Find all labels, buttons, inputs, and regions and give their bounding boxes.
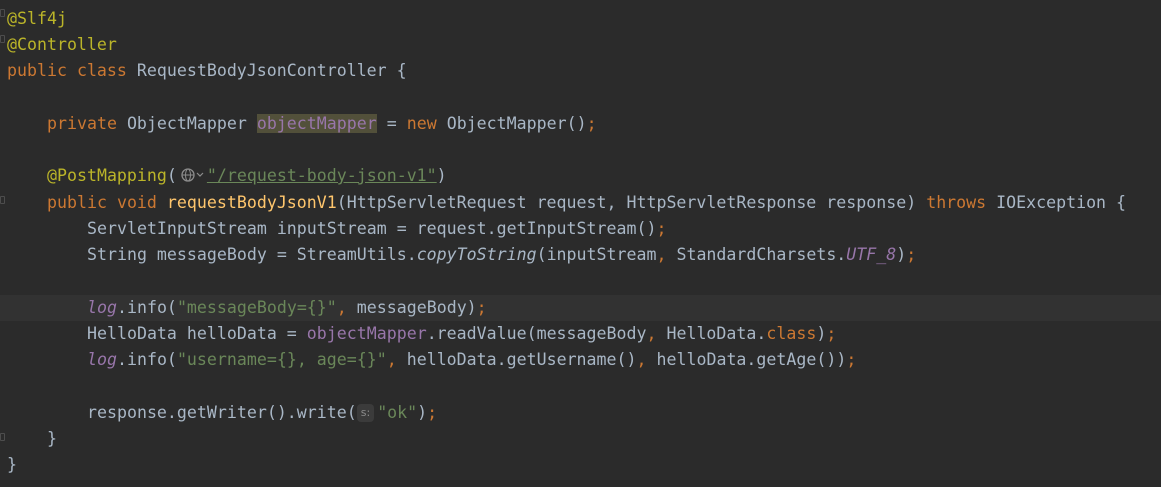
parameter-hint: s: (356, 404, 375, 422)
statement-rest: helloData.getAge()) (646, 350, 847, 369)
method-name: requestBodyJsonV1 (166, 193, 337, 212)
keyword-new: new (406, 114, 437, 133)
code-line-16[interactable]: response.getWriter().write(s: "ok"); (0, 400, 1161, 426)
code-line-2[interactable]: @Controller (0, 32, 1161, 58)
keyword-private: private (47, 114, 117, 133)
statement-rest: messageBody) (346, 298, 477, 317)
constructor-call: ObjectMapper() (446, 114, 587, 133)
request-mapping-path-link[interactable]: "/request-body-json-v1" (207, 166, 437, 185)
statement-text: ServletInputStream inputStream = request… (87, 219, 657, 238)
statement-prefix: HelloData helloData = (87, 324, 307, 343)
paren-open: ( (166, 166, 177, 185)
string-literal: "messageBody={}" (176, 298, 337, 317)
class-name: RequestBodyJsonController (136, 61, 387, 80)
paren-close: ) (436, 166, 447, 185)
code-line-9[interactable]: ServletInputStream inputStream = request… (0, 216, 1161, 242)
semicolon: ; (427, 403, 438, 422)
code-line-13[interactable]: HelloData helloData = objectMapper.readV… (0, 321, 1161, 347)
comma: , (636, 350, 647, 369)
code-line-5[interactable]: private ObjectMapper objectMapper = new … (0, 111, 1161, 137)
field-type: ObjectMapper (126, 114, 247, 133)
field-object-mapper: objectMapper (306, 324, 427, 343)
static-method-call: copyToString (416, 245, 537, 264)
statement-mid: helloData.getUsername() (396, 350, 637, 369)
code-line-3[interactable]: public class RequestBodyJsonController { (0, 58, 1161, 84)
keyword-class: class (766, 324, 817, 343)
semicolon: ; (586, 114, 597, 133)
comma: , (646, 324, 657, 343)
semicolon: ; (906, 245, 917, 264)
statement-prefix: String messageBody = StreamUtils. (87, 245, 417, 264)
statement-end: ) (816, 324, 827, 343)
semicolon: ; (826, 324, 837, 343)
statement-end: ) (896, 245, 907, 264)
comma: , (336, 298, 347, 317)
keyword-void: void (116, 193, 157, 212)
code-line-12-current[interactable]: log.info("messageBody={}", messageBody); (0, 295, 1161, 321)
keyword-class: class (76, 61, 127, 80)
method-call: .readValue(messageBody (426, 324, 647, 343)
code-line-7[interactable]: @PostMapping( "/request-body-json-v1") (0, 163, 1161, 189)
semicolon: ; (656, 219, 667, 238)
method-call: .info( (116, 350, 177, 369)
open-brace: { (396, 61, 407, 80)
exception-type: IOException { (996, 193, 1127, 212)
code-editor[interactable]: @Slf4j @Controller public class RequestB… (0, 0, 1161, 487)
method-params: (HttpServletRequest request, HttpServlet… (336, 193, 917, 212)
comma: , (386, 350, 397, 369)
method-call: .info( (116, 298, 177, 317)
semicolon: ; (846, 350, 857, 369)
log-field: log (87, 298, 117, 317)
code-line-18[interactable]: } (0, 452, 1161, 478)
keyword-public: public (47, 193, 107, 212)
code-line-8[interactable]: public void requestBodyJsonV1(HttpServle… (0, 190, 1161, 216)
statement-rest: HelloData. (656, 324, 767, 343)
keyword-throws: throws (926, 193, 987, 212)
string-literal: "username={}, age={}" (176, 350, 387, 369)
log-field: log (87, 350, 117, 369)
method-close-brace: } (47, 429, 57, 448)
keyword-public: public (7, 61, 67, 80)
field-object-mapper-highlighted: objectMapper (256, 114, 377, 133)
globe-icon[interactable] (179, 166, 205, 184)
code-line-1[interactable]: @Slf4j (0, 6, 1161, 32)
comma: , (656, 245, 667, 264)
statement-prefix: response.getWriter().write( (87, 403, 357, 422)
annotation-slf4j: @Slf4j (7, 9, 67, 28)
assign-operator: = (386, 114, 397, 133)
annotation-post-mapping: @PostMapping (47, 166, 167, 185)
code-line-17[interactable]: } (0, 426, 1161, 452)
statement-mid2: StandardCharsets. (666, 245, 847, 264)
semicolon: ; (476, 298, 487, 317)
class-close-brace: } (7, 455, 17, 474)
annotation-controller: @Controller (7, 35, 117, 54)
statement-end: ) (417, 403, 428, 422)
code-line-10[interactable]: String messageBody = StreamUtils.copyToS… (0, 242, 1161, 268)
code-line-14[interactable]: log.info("username={}, age={}", helloDat… (0, 347, 1161, 373)
statement-mid: (inputStream (536, 245, 657, 264)
string-literal: "ok" (377, 403, 418, 422)
static-constant: UTF_8 (846, 245, 897, 264)
